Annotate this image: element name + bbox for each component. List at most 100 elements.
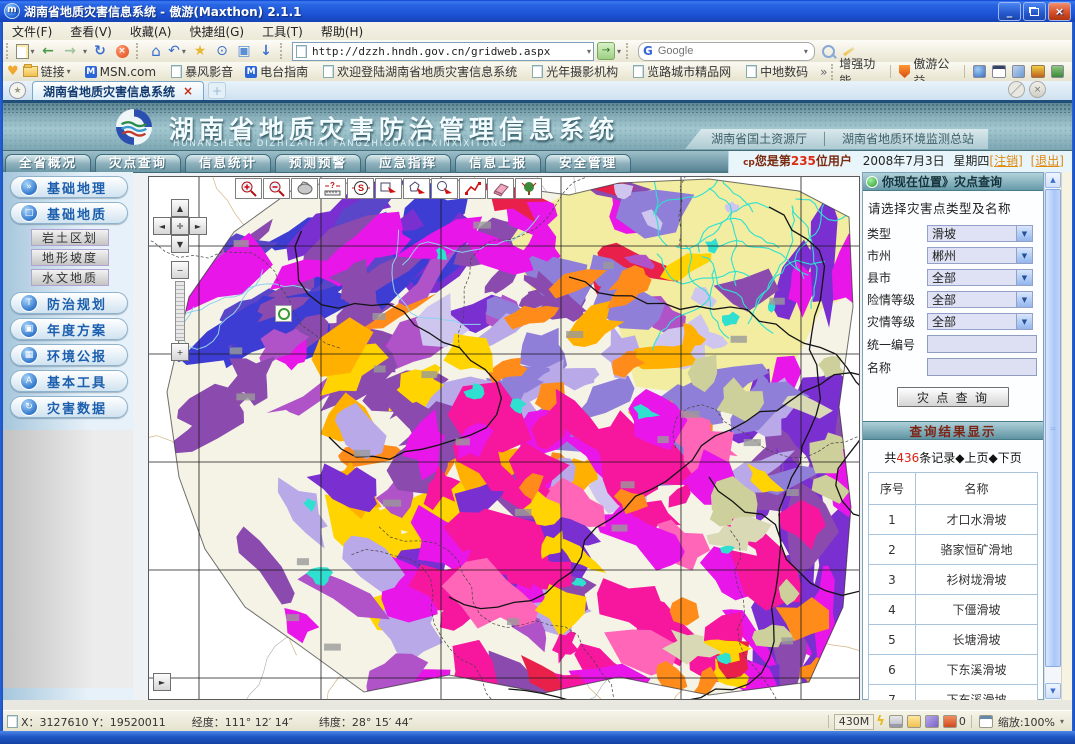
zoom-out-tool[interactable]: [263, 178, 290, 199]
sidebar-item-base-geology[interactable]: □基础地质: [10, 202, 128, 224]
tab-active[interactable]: 湖南省地质灾害信息系统 ×: [32, 81, 204, 100]
tab-close-icon[interactable]: ×: [183, 84, 193, 98]
full-extent-tool[interactable]: [515, 178, 542, 199]
scroll-up-button[interactable]: ▲: [1045, 172, 1061, 188]
eraser-tool[interactable]: [487, 178, 514, 199]
zoom-slider-plus-button[interactable]: +: [171, 343, 189, 361]
search-engine-dropdown-icon[interactable]: ▾: [802, 47, 810, 56]
land-resources-link[interactable]: 湖南省国土资源厅: [711, 132, 807, 146]
table-row[interactable]: 5长塘滑坡: [869, 625, 1038, 655]
zoom-dropdown-icon[interactable]: ▾: [1058, 717, 1066, 726]
sidebar-item-env-bulletin[interactable]: ▦环境公报: [10, 344, 128, 366]
sidebar-item-annual-plan[interactable]: ▣年度方案: [10, 318, 128, 340]
folder-icon[interactable]: [907, 715, 921, 728]
tabbar-close-button[interactable]: ×: [1029, 81, 1046, 98]
refresh-button[interactable]: ↻: [89, 42, 111, 61]
menu-favorites[interactable]: 收藏(A): [121, 23, 181, 40]
measure-distance-tool[interactable]: ?: [319, 178, 346, 199]
zoom-slider-minus-button[interactable]: −: [171, 261, 189, 279]
table-row[interactable]: 7下东溪滑坡: [869, 685, 1038, 701]
link-item[interactable]: 览路城市精品网: [630, 63, 731, 80]
notes-icon[interactable]: [1012, 65, 1025, 78]
pan-tool[interactable]: [291, 178, 318, 199]
menu-file[interactable]: 文件(F): [3, 23, 61, 40]
county-select[interactable]: 全部▼: [927, 269, 1033, 286]
home-button[interactable]: ⌂: [145, 42, 167, 61]
search-input[interactable]: [656, 44, 802, 58]
unified-id-input[interactable]: [927, 335, 1037, 353]
exit-link[interactable]: [退出]: [1031, 154, 1064, 168]
logout-link[interactable]: [注销]: [989, 154, 1022, 168]
pan-down-button[interactable]: ▼: [171, 235, 189, 253]
pan-up-button[interactable]: ▲: [171, 199, 189, 217]
sidebar-item-prevention-plan[interactable]: T防治规划: [10, 292, 128, 314]
select-rectangle-tool[interactable]: [375, 178, 402, 199]
favorites-heart-icon[interactable]: ♥: [7, 64, 19, 79]
tabbar-tools-button[interactable]: [1008, 81, 1025, 98]
go-dropdown-icon[interactable]: ▾: [615, 47, 623, 56]
undo-button[interactable]: ↶▾: [167, 42, 189, 61]
links-folder[interactable]: 链接▾: [23, 63, 73, 80]
back-button[interactable]: ←: [37, 42, 59, 61]
sidebar-item-base-geography[interactable]: »基础地理: [10, 176, 128, 198]
menu-view[interactable]: 查看(V): [61, 23, 121, 40]
select-polygon-tool[interactable]: [403, 178, 430, 199]
pan-right-button[interactable]: ►: [189, 217, 207, 235]
new-tab-button[interactable]: +: [208, 82, 226, 99]
address-input[interactable]: [310, 44, 585, 59]
proxy-icon[interactable]: [973, 65, 986, 78]
sidebar-item-disaster-data[interactable]: ↻灾害数据: [10, 396, 128, 418]
disaster-query-button[interactable]: 灾 点 查 询: [897, 387, 1009, 407]
table-row[interactable]: 3衫树垅滑坡: [869, 565, 1038, 595]
link-item[interactable]: MMSN.com: [85, 65, 156, 79]
links-overflow-button[interactable]: »: [820, 65, 827, 79]
tab-list-star-button[interactable]: ★: [9, 82, 26, 99]
scroll-down-button[interactable]: ▼: [1045, 683, 1061, 699]
book-icon[interactable]: [925, 715, 939, 728]
table-row[interactable]: 1才口水滑坡: [869, 505, 1038, 535]
magic-wand-button[interactable]: ★: [189, 42, 211, 61]
site-icon[interactable]: [1051, 65, 1064, 78]
danger-level-select[interactable]: 全部▼: [927, 291, 1033, 308]
menu-tools[interactable]: 工具(T): [253, 23, 312, 40]
pan-center-button[interactable]: ✛: [171, 217, 189, 235]
nav-tab-report[interactable]: 信息上报: [455, 154, 541, 173]
location-marker-icon[interactable]: [275, 305, 292, 322]
nav-tab-emergency[interactable]: 应急指挥: [365, 154, 451, 173]
geo-env-station-link[interactable]: 湖南省地质环境监测总站: [842, 132, 974, 146]
select-circle-tool[interactable]: [431, 178, 458, 199]
city-select[interactable]: 郴州▼: [927, 247, 1033, 264]
table-row[interactable]: 2骆家恒矿滑地: [869, 535, 1038, 565]
menu-groups[interactable]: 快捷组(G): [180, 23, 253, 40]
stop-button[interactable]: ×: [111, 42, 133, 61]
plugin-icon[interactable]: [1031, 65, 1044, 78]
nav-tab-security[interactable]: 安全管理: [545, 154, 631, 173]
link-item[interactable]: M电台指南: [245, 63, 308, 80]
map-container[interactable]: ? S ▲ ◄ ✛ ► ▼ − + ►: [148, 176, 860, 700]
nav-tab-statistics[interactable]: 信息统计: [185, 154, 271, 173]
new-page-button[interactable]: ▾: [15, 42, 37, 61]
frames-button[interactable]: ▣: [233, 42, 255, 61]
zoom-in-tool[interactable]: [235, 178, 262, 199]
boost-icon[interactable]: ϟ: [876, 714, 885, 729]
minimize-button[interactable]: _: [998, 2, 1021, 21]
pan-left-button[interactable]: ◄: [153, 217, 171, 235]
search-box[interactable]: G ▾: [638, 42, 815, 61]
sidebar-subitem-rock-soil[interactable]: 岩土区划: [31, 229, 109, 246]
address-dropdown-icon[interactable]: ▾: [585, 47, 593, 56]
window-mode-icon[interactable]: [992, 65, 1005, 78]
download-button[interactable]: ↓: [255, 42, 277, 61]
next-page-link[interactable]: ◆下页: [988, 451, 1021, 465]
sidebar-item-basic-tools[interactable]: A基本工具: [10, 370, 128, 392]
disaster-level-select[interactable]: 全部▼: [927, 313, 1033, 330]
name-input[interactable]: [927, 358, 1037, 376]
window-zoom-icon[interactable]: [979, 715, 993, 728]
go-button[interactable]: →: [597, 42, 615, 60]
page-scrollbar[interactable]: ▲ = ▼: [1044, 172, 1061, 700]
table-row[interactable]: 4下僵滑坡: [869, 595, 1038, 625]
pan-bottom-left-button[interactable]: ►: [153, 673, 171, 691]
nav-tab-disaster-query[interactable]: 灾点查询: [95, 154, 181, 173]
address-bar[interactable]: ▾: [292, 42, 594, 61]
nav-tab-overview[interactable]: 全省概况: [5, 154, 91, 173]
type-select[interactable]: 滑坡▼: [927, 225, 1033, 242]
